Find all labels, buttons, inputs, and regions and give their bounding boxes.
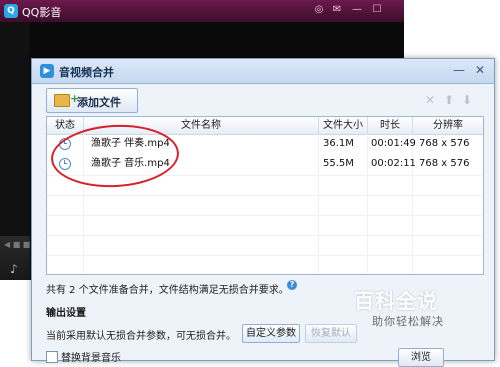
watermark-subtitle: 助你轻松解决 (372, 315, 444, 328)
move-down-icon[interactable]: ⬇ (460, 93, 474, 107)
player-title: QQ影音 (22, 6, 62, 19)
row-divider (47, 215, 483, 216)
row-filesize: 55.5M (323, 158, 354, 169)
table-row[interactable]: 渔歌子 音乐.mp4 55.5M 00:02:11 768 x 576 (47, 154, 483, 174)
merge-app-icon: ▶ (40, 64, 54, 78)
header-filename[interactable]: 文件名称 (84, 117, 319, 134)
remove-file-icon[interactable]: ✕ (423, 93, 437, 107)
header-status[interactable]: 状态 (47, 117, 84, 134)
table-row[interactable]: 渔歌子 伴奏.mp4 36.1M 00:01:49 768 x 576 (47, 134, 483, 154)
add-file-label: 添加文件 (77, 96, 121, 109)
player-minimize-button[interactable]: — (350, 3, 364, 17)
row-duration: 00:01:49 (371, 138, 416, 149)
dialog-titlebar: ▶ 音视频合并 — ✕ (32, 59, 494, 84)
move-up-icon[interactable]: ⬆ (442, 93, 456, 107)
clock-status-icon (59, 138, 71, 150)
player-message-icon[interactable]: ✉ (330, 3, 344, 17)
row-resolution: 768 x 576 (419, 138, 470, 149)
qq-player-logo-icon: Q (4, 4, 18, 18)
row-divider (47, 235, 483, 236)
row-divider (47, 255, 483, 256)
header-resolution[interactable]: 分辨率 (413, 117, 483, 134)
header-duration[interactable]: 时长 (368, 117, 413, 134)
player-maximize-button[interactable]: ☐ (370, 3, 384, 17)
header-filesize[interactable]: 文件大小 (319, 117, 368, 134)
row-divider (47, 175, 483, 176)
replace-bg-music-label: 替换背景音乐 (61, 353, 121, 364)
watermark: 百科全说 助你轻松解决 (348, 285, 466, 331)
dialog-minimize-button[interactable]: — (450, 62, 468, 79)
row-filesize: 36.1M (323, 138, 354, 149)
folder-add-icon: + (54, 93, 79, 107)
table-header: 状态 文件名称 文件大小 时长 分辨率 (47, 117, 483, 135)
watermark-title: 百科全说 (354, 289, 438, 313)
custom-params-button[interactable]: 自定义参数 (242, 324, 300, 343)
row-duration: 00:02:11 (371, 158, 416, 169)
help-icon[interactable]: ? (287, 280, 297, 290)
row-resolution: 768 x 576 (419, 158, 470, 169)
output-settings-desc: 当前采用默认无损合并参数，可无损合并。 (46, 331, 236, 342)
player-titlebar: Q QQ影音 ◎ ✉ — ☐ (0, 0, 404, 22)
file-table: 状态 文件名称 文件大小 时长 分辨率 渔歌子 伴奏.mp4 36.1M 00:… (46, 116, 484, 275)
player-music-icon[interactable]: ♪ (10, 262, 18, 276)
browse-button[interactable]: 浏览 (398, 348, 444, 367)
row-filename: 渔歌子 伴奏.mp4 (91, 138, 170, 149)
row-divider (47, 195, 483, 196)
dialog-title: 音视频合并 (59, 66, 114, 79)
output-settings-title: 输出设置 (46, 308, 86, 319)
merge-summary-text: 共有 2 个文件准备合并，文件结构满足无损合并要求。 (46, 285, 289, 296)
add-file-button[interactable]: + 添加文件 (46, 88, 138, 113)
player-skin-icon[interactable]: ◎ (312, 3, 326, 17)
replace-bg-music-checkbox[interactable] (46, 351, 58, 363)
clock-status-icon (59, 158, 71, 170)
dialog-close-button[interactable]: ✕ (471, 62, 489, 79)
row-filename: 渔歌子 音乐.mp4 (91, 158, 170, 169)
player-volume-icon[interactable]: ◀ ■ ■ (4, 240, 30, 249)
